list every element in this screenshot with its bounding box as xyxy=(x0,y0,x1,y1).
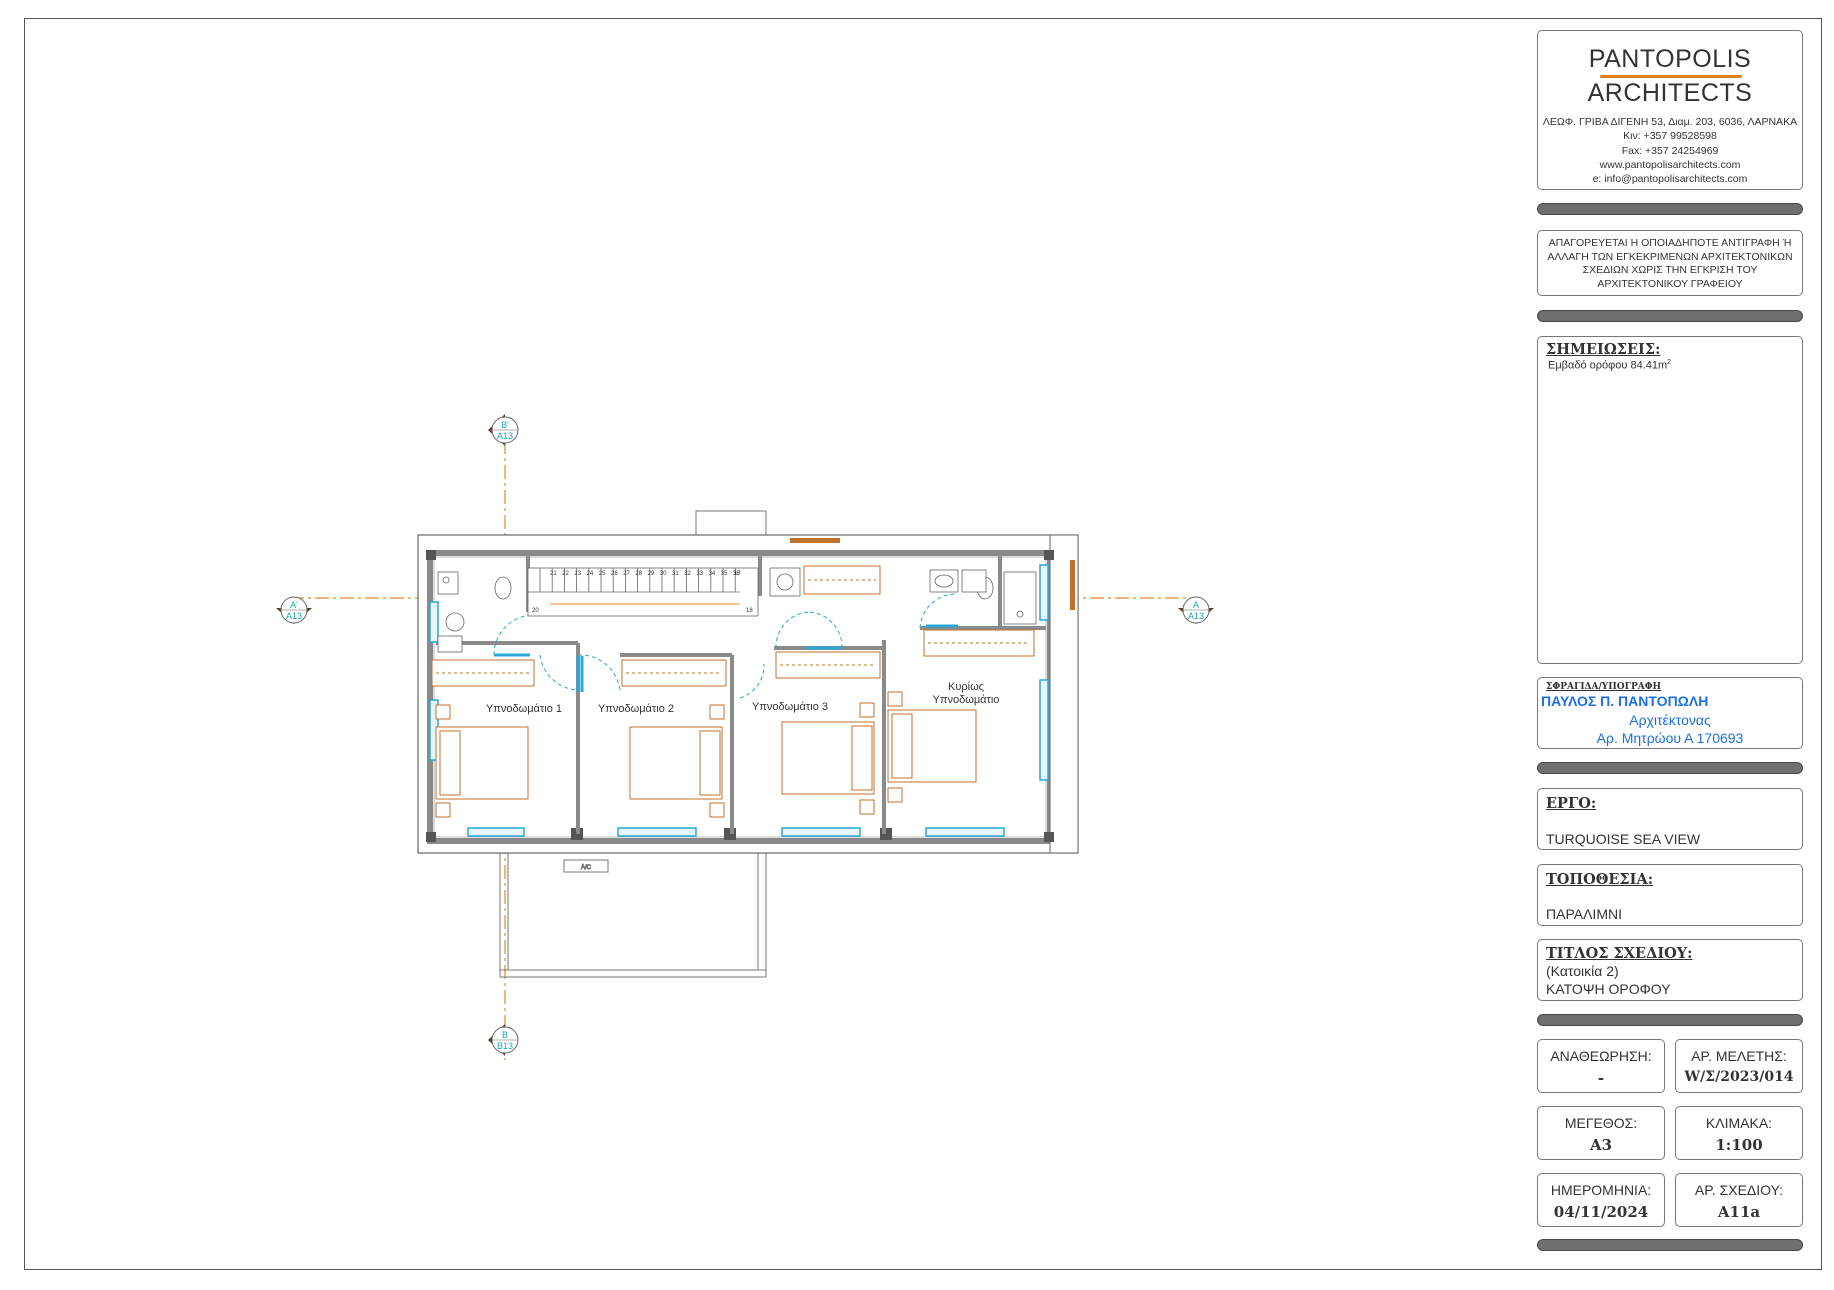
stair-step-number: 26 xyxy=(611,571,618,577)
divider-bar-2 xyxy=(1537,310,1803,322)
stair-step-number: 29 xyxy=(648,571,655,577)
location-header: ΤΟΠΟΘΕΣΙΑ: xyxy=(1546,871,1654,888)
drawing-number-value: A11a xyxy=(1717,1203,1761,1221)
study-number-value: W/Σ/2023/014 xyxy=(1684,1069,1794,1085)
section-marker-left: A' A13 xyxy=(276,596,312,624)
date-cell: ΗΜΕΡΟΜΗΝΙΑ: 04/11/2024 xyxy=(1537,1173,1665,1227)
marker-top-ref: A13 xyxy=(497,431,513,441)
stair-step-number: 18 xyxy=(746,608,753,614)
room-label-master-line1: Κυρίως xyxy=(948,681,984,693)
architect-registry: Αρ. Μητρώου Α 170693 xyxy=(1596,730,1744,746)
scale-value: 1:100 xyxy=(1715,1136,1763,1154)
firm-address: ΛΕΩΦ. ΓΡΙΒΑ ΔΙΓΕΝΗ 53, Διαμ. 203, 6036, … xyxy=(1542,116,1798,128)
area-superscript: 2 xyxy=(1667,359,1672,366)
stair-step-number: 22 xyxy=(562,571,569,577)
stair-step-number: 34 xyxy=(709,571,716,577)
firm-name-line2: ARCHITECTS xyxy=(1587,79,1753,107)
size-value: A3 xyxy=(1589,1136,1613,1154)
divider-bar-4 xyxy=(1537,1014,1803,1026)
divider-bar-1 xyxy=(1537,203,1803,215)
marker-right-letter: A xyxy=(1193,600,1199,610)
copyright-notice: ΑΠΑΓΟΡΕΥΕΤΑΙ Η ΟΠΟΙΑΔΗΠΟΤΕ ΑΝΤΙΓΡΑΦΗ Ή Α… xyxy=(1547,237,1793,290)
revision-cell: ΑΝΑΘΕΩΡΗΣΗ: - xyxy=(1537,1039,1665,1093)
room-label-bedroom1: Υπνοδωμάτιο 1 xyxy=(486,703,562,715)
room-label-master-line2: Υπνοδωμάτιο xyxy=(933,694,1000,706)
section-marker-top: B' A13 xyxy=(488,414,519,446)
firm-fax: Fax: +357 24254969 xyxy=(1621,145,1719,157)
scale-label: ΚΛΙΜΑΚΑ: xyxy=(1705,1115,1773,1131)
stair-step-number: 24 xyxy=(587,571,594,577)
marker-bottom-ref: B13 xyxy=(497,1041,513,1051)
stair-step-number: 20 xyxy=(532,608,539,614)
marker-top-letter: B' xyxy=(501,420,509,430)
stair-step-number: 27 xyxy=(623,571,630,577)
firm-info-box: PANTOPOLIS ARCHITECTS ΛΕΩΦ. ΓΡΙΒΑ ΔΙΓΕΝΗ… xyxy=(1537,30,1803,190)
marker-left-letter: A' xyxy=(290,600,298,610)
stair-step-number: 17 xyxy=(734,571,741,577)
room-label-bedroom3: Υπνοδωμάτιο 3 xyxy=(752,701,828,713)
notes-header: ΣΗΜΕΙΩΣΕΙΣ: xyxy=(1546,341,1661,358)
stair-step-number: 33 xyxy=(696,571,703,577)
project-header: ΕΡΓΟ: xyxy=(1546,795,1597,812)
revision-label: ΑΝΑΘΕΩΡΗΣΗ: xyxy=(1550,1048,1652,1064)
stair-step-number: 32 xyxy=(684,571,691,577)
size-cell: ΜΕΓΕΘΟΣ: A3 xyxy=(1537,1106,1665,1160)
drawing-title-line2: ΚΑΤΟΨΗ ΟΡΟΦΟΥ xyxy=(1546,981,1671,997)
size-label: ΜΕΓΕΘΟΣ: xyxy=(1564,1115,1638,1131)
room-label-bedroom2: Υπνοδωμάτιο 2 xyxy=(598,703,674,715)
divider-bar-3 xyxy=(1537,762,1803,774)
stamp-header: ΣΦΡΑΓΙΔΑ/ΥΠΟΓΡΑΦΗ xyxy=(1546,682,1662,692)
balcony: A/C xyxy=(499,851,767,978)
location-value: ΠΑΡΑΛΙΜΝΙ xyxy=(1546,906,1622,922)
stair-step-number: 31 xyxy=(672,571,679,577)
section-marker-right: A A13 xyxy=(1178,596,1214,624)
right-vent xyxy=(1070,560,1075,610)
location-box: ΤΟΠΟΘΕΣΙΑ: ΠΑΡΑΛΙΜΝΙ xyxy=(1537,864,1803,926)
firm-accent-line xyxy=(1600,75,1742,78)
divider-bar-5 xyxy=(1537,1239,1803,1251)
architect-name: ΠΑΥΛΟΣ Π. ΠΑΝΤΟΠΩΛΗ xyxy=(1541,693,1709,709)
firm-mobile: Κιν: +357 99528598 xyxy=(1623,130,1717,142)
firm-name-line1: PANTOPOLIS xyxy=(1588,45,1752,73)
stair-step-number: 23 xyxy=(574,571,581,577)
revision-value: - xyxy=(1597,1069,1605,1087)
drawing-title-header: ΤΙΤΛΟΣ ΣΧΕΔΙΟΥ: xyxy=(1546,945,1693,962)
top-vent xyxy=(790,538,840,543)
drawing-number-cell: ΑΡ. ΣΧΕΔΙΟΥ: A11a xyxy=(1675,1173,1803,1227)
copyright-box: ΑΠΑΓΟΡΕΥΕΤΑΙ Η ΟΠΟΙΑΔΗΠΟΤΕ ΑΝΤΙΓΡΑΦΗ Ή Α… xyxy=(1537,230,1803,296)
architect-title: Αρχιτέκτονας xyxy=(1629,712,1711,728)
date-value: 04/11/2024 xyxy=(1553,1203,1649,1221)
floor-area-text: Εμβαδό ορόφου 84.41m xyxy=(1548,359,1668,372)
drawing-title-line1: (Κατοικία 2) xyxy=(1546,963,1619,979)
drawing-title-box: ΤΙΤΛΟΣ ΣΧΕΔΙΟΥ: (Κατοικία 2) ΚΑΤΟΨΗ ΟΡΟΦ… xyxy=(1537,939,1803,1001)
study-number-cell: ΑΡ. ΜΕΛΕΤΗΣ: W/Σ/2023/014 xyxy=(1675,1039,1803,1093)
notes-text: Εμβαδό ορόφου 84.41m2 xyxy=(1548,359,1671,372)
marker-right-ref: A13 xyxy=(1188,611,1204,621)
date-label: ΗΜΕΡΟΜΗΝΙΑ: xyxy=(1550,1182,1652,1198)
stair-step-number: 21 xyxy=(550,571,557,577)
marker-bottom-letter: B xyxy=(502,1030,508,1040)
notes-box: ΣΗΜΕΙΩΣΕΙΣ: Εμβαδό ορόφου 84.41m2 xyxy=(1537,336,1803,664)
ac-label: A/C xyxy=(581,865,592,871)
stamp-box: ΣΦΡΑΓΙΔΑ/ΥΠΟΓΡΑΦΗ ΠΑΥΛΟΣ Π. ΠΑΝΤΟΠΩΛΗ Αρ… xyxy=(1537,677,1803,749)
section-marker-bottom: B B13 xyxy=(488,1024,519,1056)
marker-left-ref: A13 xyxy=(286,611,302,621)
project-value: TURQUOISE SEA VIEW xyxy=(1546,831,1701,847)
stair-step-number: 25 xyxy=(599,571,606,577)
chimney xyxy=(695,510,767,536)
firm-email: e: info@pantopolisarchitects.com xyxy=(1592,173,1748,185)
firm-website: www.pantopolisarchitects.com xyxy=(1599,159,1741,171)
study-number-label: ΑΡ. ΜΕΛΕΤΗΣ: xyxy=(1691,1048,1787,1064)
drawing-number-label: ΑΡ. ΣΧΕΔΙΟΥ: xyxy=(1694,1182,1784,1198)
project-box: ΕΡΓΟ: TURQUOISE SEA VIEW xyxy=(1537,788,1803,850)
scale-cell: ΚΛΙΜΑΚΑ: 1:100 xyxy=(1675,1106,1803,1160)
stair-step-number: 28 xyxy=(635,571,642,577)
stair-step-number: 35 xyxy=(721,571,728,577)
staircase: 21 22 23 24 25 26 27 28 29 30 31 32 33 34 35 36171820 xyxy=(527,567,759,617)
stair-step-number: 30 xyxy=(660,571,667,577)
